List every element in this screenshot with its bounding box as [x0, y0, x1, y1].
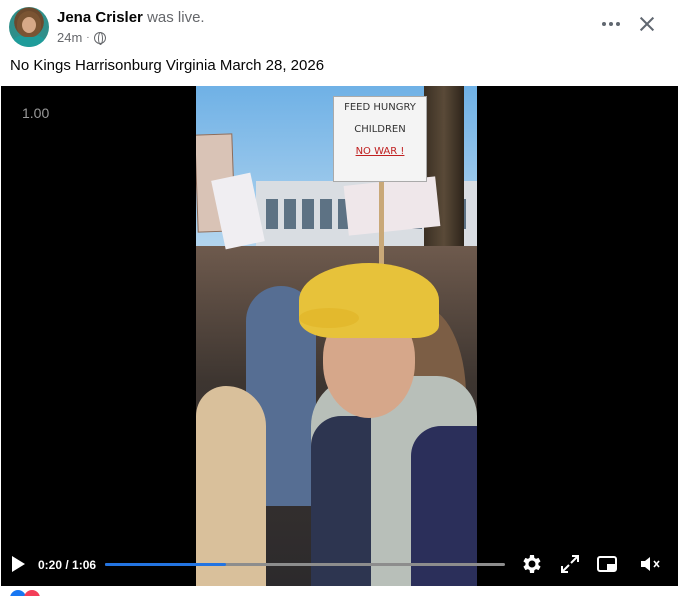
- meta-separator: ·: [86, 32, 90, 43]
- protest-sign: FEED HUNGRY CHILDREN NO WAR !: [333, 96, 427, 182]
- expand-icon[interactable]: [558, 552, 582, 576]
- volume-muted-icon[interactable]: [638, 552, 662, 576]
- author-avatar[interactable]: [9, 7, 49, 47]
- live-status: was live.: [147, 9, 205, 26]
- progress-fill: [105, 563, 227, 566]
- post-caption: No Kings Harrisonburg Virginia March 28,…: [10, 57, 325, 74]
- video-frame: FEED HUNGRY CHILDREN NO WAR !: [196, 86, 477, 586]
- more-options-button[interactable]: [599, 12, 623, 36]
- author-name[interactable]: Jena Crisler: [57, 9, 143, 26]
- live-video-post: Jena Crisler was live. 24m · No Kings Ha…: [0, 0, 684, 596]
- zoom-level: 1.00: [22, 105, 50, 121]
- time-display: 0:20 / 1:06: [38, 558, 97, 572]
- picture-in-picture-icon[interactable]: [595, 552, 619, 576]
- post-meta: 24m ·: [57, 30, 106, 45]
- more-horizontal-icon: [602, 22, 606, 26]
- close-icon[interactable]: [635, 12, 659, 36]
- progress-bar[interactable]: [105, 563, 505, 566]
- love-reaction-icon: [24, 590, 40, 596]
- gear-icon[interactable]: [520, 552, 544, 576]
- author-line: Jena Crisler was live.: [57, 9, 205, 26]
- globe-icon[interactable]: [93, 31, 106, 45]
- play-icon[interactable]: [12, 556, 25, 572]
- reaction-icons[interactable]: [10, 590, 50, 596]
- post-time[interactable]: 24m: [57, 30, 82, 45]
- video-player[interactable]: FEED HUNGRY CHILDREN NO WAR ! 1.00 0:20 …: [1, 86, 678, 586]
